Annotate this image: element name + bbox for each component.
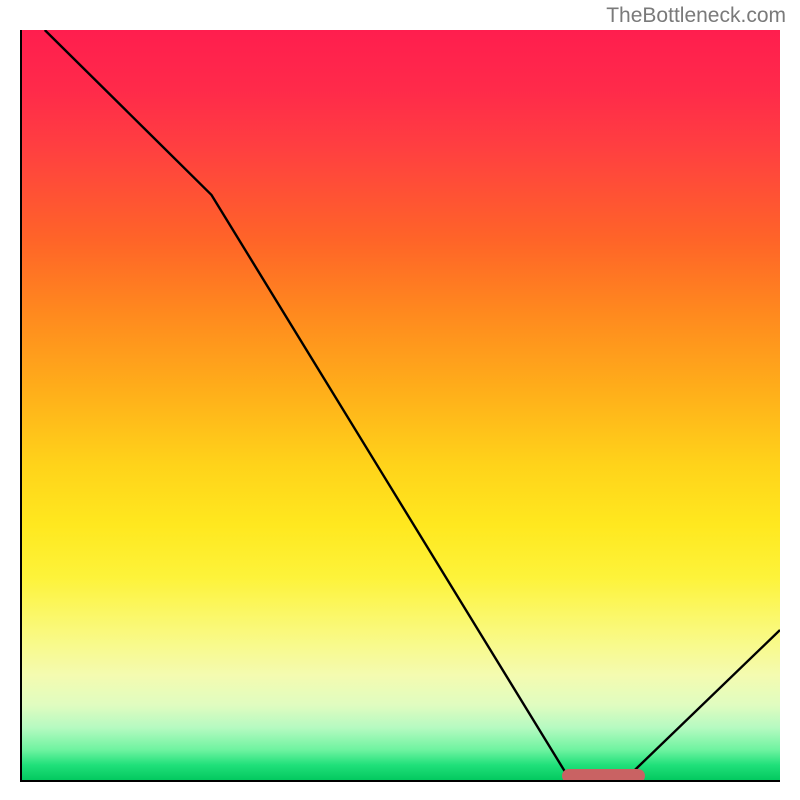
- watermark-text: TheBottleneck.com: [606, 4, 786, 28]
- chart-plot-area: [20, 30, 780, 782]
- chart-optimal-marker: [562, 769, 646, 782]
- chart-line-curve: [22, 30, 780, 780]
- curve-path: [45, 30, 780, 776]
